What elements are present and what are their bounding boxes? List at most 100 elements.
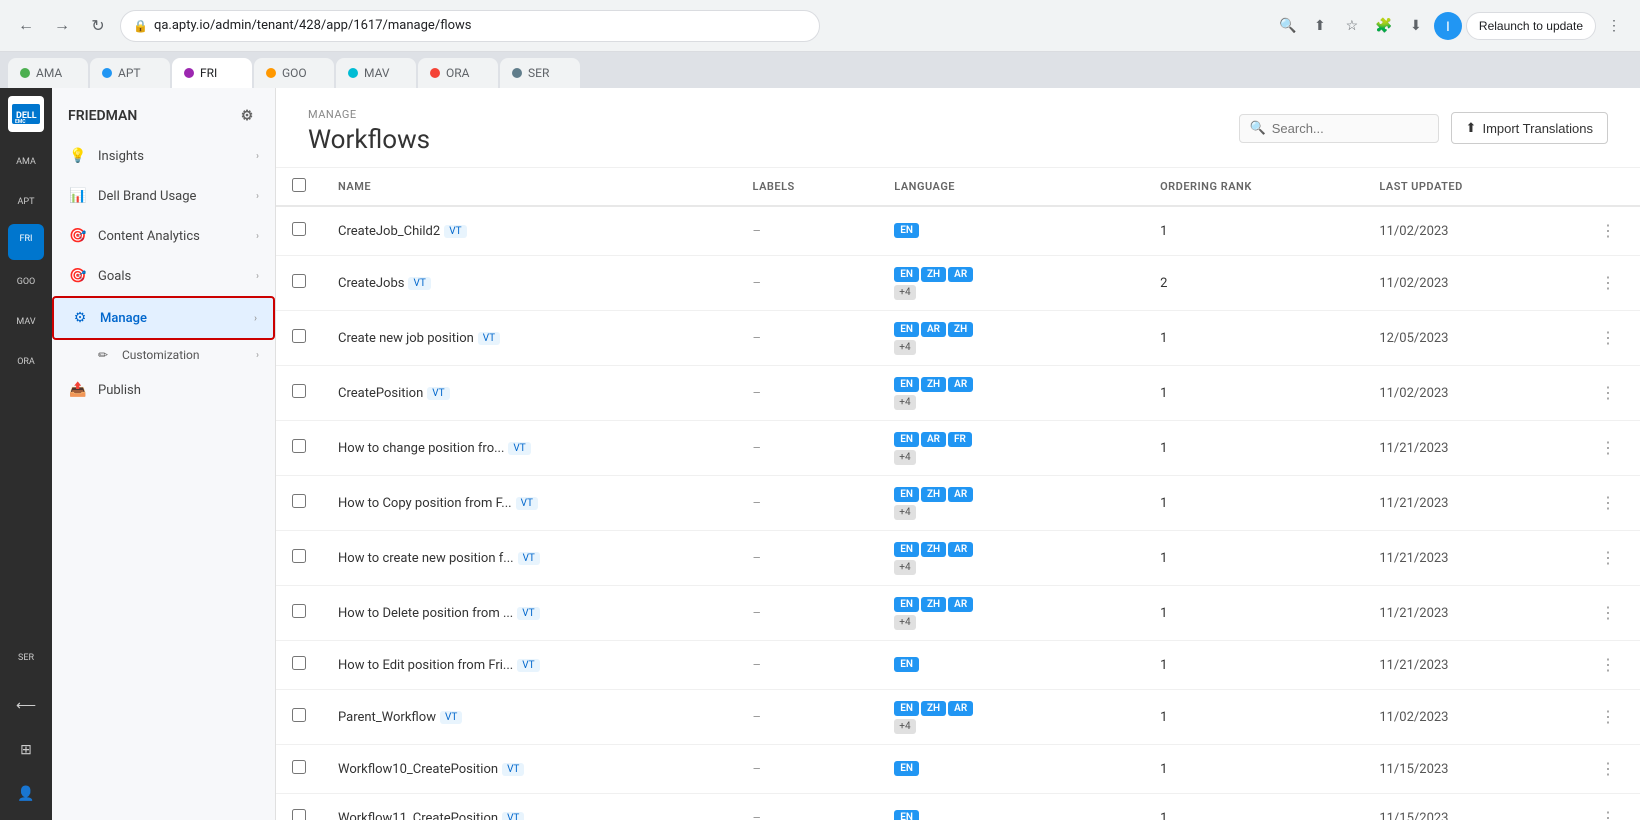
- row-checkbox-4[interactable]: [292, 439, 306, 453]
- workflow-name[interactable]: CreateJob_Child2: [338, 224, 440, 239]
- tab-apt[interactable]: APT: [90, 58, 170, 88]
- row-more-button-9[interactable]: ⋮: [1592, 703, 1624, 731]
- back-button[interactable]: ←: [12, 12, 40, 40]
- forward-button[interactable]: →: [48, 12, 76, 40]
- row-more-button-4[interactable]: ⋮: [1592, 434, 1624, 462]
- row-rank-3: 1: [1144, 366, 1363, 421]
- workflow-name[interactable]: CreateJobs: [338, 276, 404, 291]
- bookmark-button[interactable]: ☆: [1338, 12, 1366, 40]
- workflow-name[interactable]: CreatePosition: [338, 386, 423, 401]
- tab-ora[interactable]: ORA: [418, 58, 498, 88]
- sidebar-item-dell-brand[interactable]: 📊 Dell Brand Usage ›: [52, 176, 275, 216]
- row-more-button-0[interactable]: ⋮: [1592, 217, 1624, 245]
- row-more-button-1[interactable]: ⋮: [1592, 269, 1624, 297]
- tab-ama[interactable]: AMA: [8, 58, 88, 88]
- address-bar[interactable]: 🔒 qa.apty.io/admin/tenant/428/app/1617/m…: [120, 10, 820, 42]
- row-checkbox-8[interactable]: [292, 656, 306, 670]
- search-box[interactable]: 🔍: [1239, 114, 1439, 143]
- row-checkbox-6[interactable]: [292, 549, 306, 563]
- row-actions-11: ⋮: [1576, 794, 1640, 820]
- publish-icon: 📤: [68, 380, 88, 400]
- row-more-button-3[interactable]: ⋮: [1592, 379, 1624, 407]
- workflow-name[interactable]: Workflow11_CreatePosition: [338, 811, 498, 820]
- browser-bar: ← → ↻ 🔒 qa.apty.io/admin/tenant/428/app/…: [0, 0, 1640, 52]
- profile-button[interactable]: I: [1434, 12, 1462, 40]
- workflow-name[interactable]: Create new job position: [338, 331, 474, 346]
- icon-bar-apt[interactable]: APT: [8, 184, 44, 220]
- row-checkbox-2[interactable]: [292, 329, 306, 343]
- sidebar-item-label: Manage: [100, 311, 254, 326]
- row-checkbox-0[interactable]: [292, 222, 306, 236]
- lang-badge-en: EN: [894, 810, 919, 820]
- tab-dot-goo: [266, 68, 276, 78]
- row-actions-3: ⋮: [1576, 366, 1640, 421]
- icon-bar-ser[interactable]: SER: [8, 640, 44, 676]
- search-input[interactable]: [1272, 121, 1428, 136]
- icon-bar-fri[interactable]: FRI: [8, 224, 44, 260]
- select-all-checkbox[interactable]: [292, 178, 306, 192]
- tab-dot-ora: [430, 68, 440, 78]
- icon-bar-collapse[interactable]: ⟵: [8, 688, 44, 724]
- sidebar-item-manage[interactable]: ⚙ Manage ›: [52, 296, 275, 340]
- upload-icon: ⬆: [1466, 120, 1477, 136]
- row-more-button-10[interactable]: ⋮: [1592, 755, 1624, 783]
- workflow-name[interactable]: How to create new position f...: [338, 551, 514, 566]
- workflow-name[interactable]: How to Delete position from ...: [338, 606, 513, 621]
- sidebar-sub-customization[interactable]: ✏ Customization ›: [52, 340, 275, 370]
- icon-bar-mav[interactable]: MAV: [8, 304, 44, 340]
- tab-ser[interactable]: SER: [500, 58, 580, 88]
- sidebar-item-goals[interactable]: 🎯 Goals ›: [52, 256, 275, 296]
- workflow-name[interactable]: How to Copy position from F...: [338, 496, 512, 511]
- extensions-button[interactable]: 🧩: [1370, 12, 1398, 40]
- icon-bar-ora[interactable]: ORA: [8, 344, 44, 380]
- reload-button[interactable]: ↻: [84, 12, 112, 40]
- name-tag: VT: [408, 277, 430, 290]
- import-translations-button[interactable]: ⬆ Import Translations: [1451, 112, 1608, 144]
- search-button[interactable]: 🔍: [1274, 12, 1302, 40]
- share-button[interactable]: ⬆: [1306, 12, 1334, 40]
- icon-bar-ama[interactable]: AMA: [8, 144, 44, 180]
- gear-button[interactable]: ⚙: [235, 104, 259, 128]
- row-labels-3: –: [737, 366, 879, 421]
- tab-mav[interactable]: MAV: [336, 58, 416, 88]
- table-row: Create new job positionVT–ENARZH+4112/05…: [276, 311, 1640, 366]
- row-labels-6: –: [737, 531, 879, 586]
- row-more-button-2[interactable]: ⋮: [1592, 324, 1624, 352]
- lang-badge-ar: AR: [948, 542, 973, 557]
- row-checkbox-7[interactable]: [292, 604, 306, 618]
- row-checkbox-10[interactable]: [292, 760, 306, 774]
- sidebar-item-insights[interactable]: 💡 Insights ›: [52, 136, 275, 176]
- row-more-button-11[interactable]: ⋮: [1592, 804, 1624, 820]
- workflow-name[interactable]: How to Edit position from Fri...: [338, 658, 513, 673]
- row-checkbox-5[interactable]: [292, 494, 306, 508]
- lang-badge-zh: ZH: [921, 701, 946, 716]
- row-more-button-7[interactable]: ⋮: [1592, 599, 1624, 627]
- tab-fri[interactable]: FRI: [172, 58, 252, 88]
- row-checkbox-1[interactable]: [292, 274, 306, 288]
- sidebar-item-content-analytics[interactable]: 🎯 Content Analytics ›: [52, 216, 275, 256]
- tab-goo[interactable]: GOO: [254, 58, 334, 88]
- workflow-name[interactable]: Parent_Workflow: [338, 710, 436, 725]
- row-more-button-8[interactable]: ⋮: [1592, 651, 1624, 679]
- row-more-button-5[interactable]: ⋮: [1592, 489, 1624, 517]
- sidebar-item-publish[interactable]: 📤 Publish: [52, 370, 275, 410]
- table-row: CreatePositionVT–ENZHAR+4111/02/2023⋮: [276, 366, 1640, 421]
- row-name-6: How to create new position f...VT: [322, 531, 737, 586]
- workflow-name[interactable]: How to change position fro...: [338, 441, 504, 456]
- row-checkbox-9[interactable]: [292, 708, 306, 722]
- download-button[interactable]: ⬇: [1402, 12, 1430, 40]
- select-all-header[interactable]: [276, 168, 322, 206]
- table-header-row: NAME LABELS LANGUAGE ORDERING RANK LAST …: [276, 168, 1640, 206]
- row-actions-9: ⋮: [1576, 690, 1640, 745]
- menu-button[interactable]: ⋮: [1600, 12, 1628, 40]
- chevron-icon: ›: [256, 191, 259, 202]
- icon-bar-goo[interactable]: GOO: [8, 264, 44, 300]
- col-ordering-rank: ORDERING RANK: [1144, 168, 1363, 206]
- icon-bar-grid[interactable]: ⊞: [8, 732, 44, 768]
- row-checkbox-11[interactable]: [292, 809, 306, 820]
- row-checkbox-3[interactable]: [292, 384, 306, 398]
- workflow-name[interactable]: Workflow10_CreatePosition: [338, 762, 498, 777]
- relaunch-button[interactable]: Relaunch to update: [1466, 12, 1596, 40]
- row-more-button-6[interactable]: ⋮: [1592, 544, 1624, 572]
- icon-bar-user[interactable]: 👤: [8, 776, 44, 812]
